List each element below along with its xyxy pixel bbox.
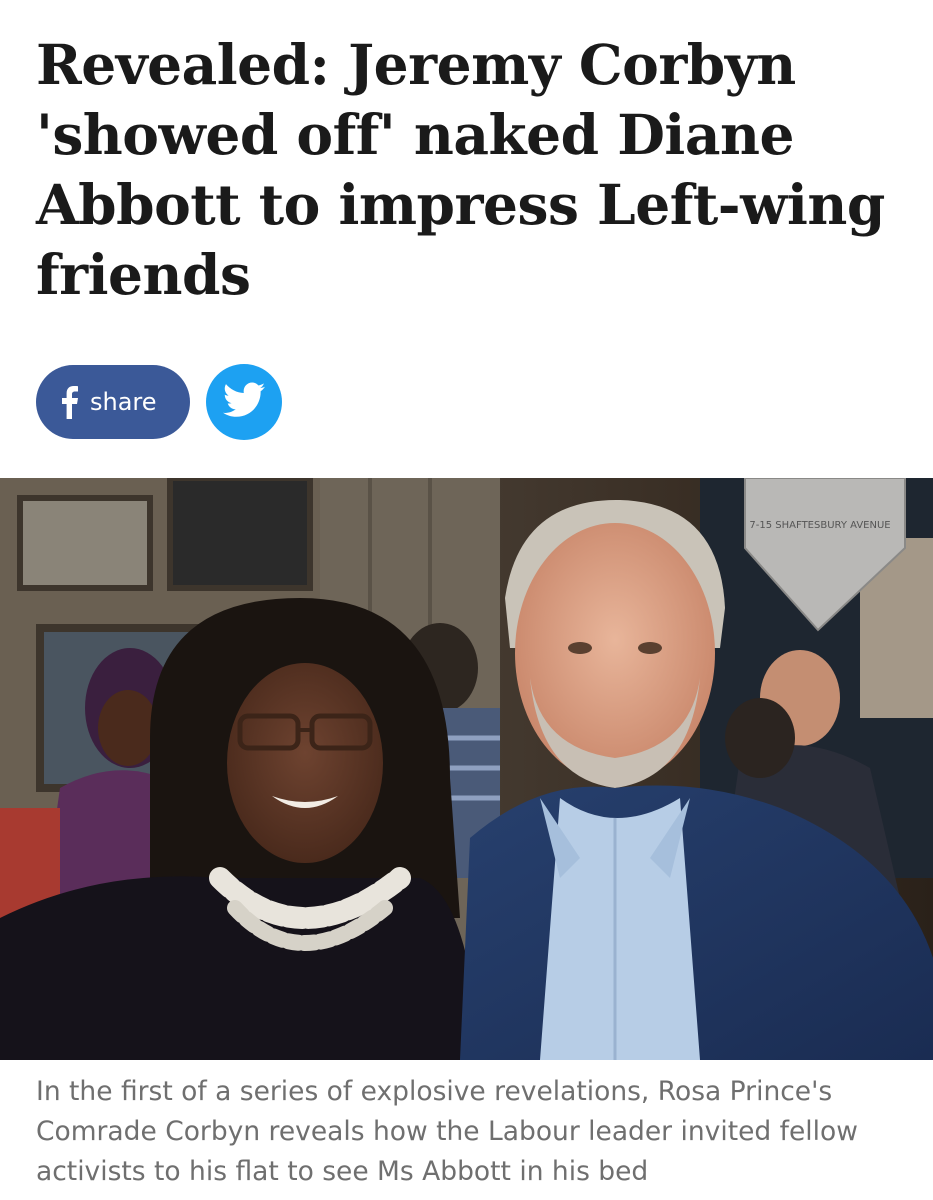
facebook-share-label: share bbox=[90, 388, 157, 416]
photo-image: 7-15 SHAFTESBURY AVENUE bbox=[0, 478, 933, 1060]
article-headline: Revealed: Jeremy Corbyn 'showed off' nak… bbox=[36, 32, 885, 307]
facebook-f-icon bbox=[58, 385, 80, 419]
photo-caption: In the first of a series of explosive re… bbox=[36, 1076, 858, 1187]
article-photo: 7-15 SHAFTESBURY AVENUE bbox=[0, 478, 933, 1060]
twitter-bird-icon bbox=[223, 382, 265, 423]
banner-text: 7-15 SHAFTESBURY AVENUE bbox=[749, 520, 890, 531]
share-bar: share bbox=[36, 364, 282, 440]
facebook-share-button[interactable]: share bbox=[36, 365, 190, 439]
twitter-share-button[interactable] bbox=[206, 364, 282, 440]
